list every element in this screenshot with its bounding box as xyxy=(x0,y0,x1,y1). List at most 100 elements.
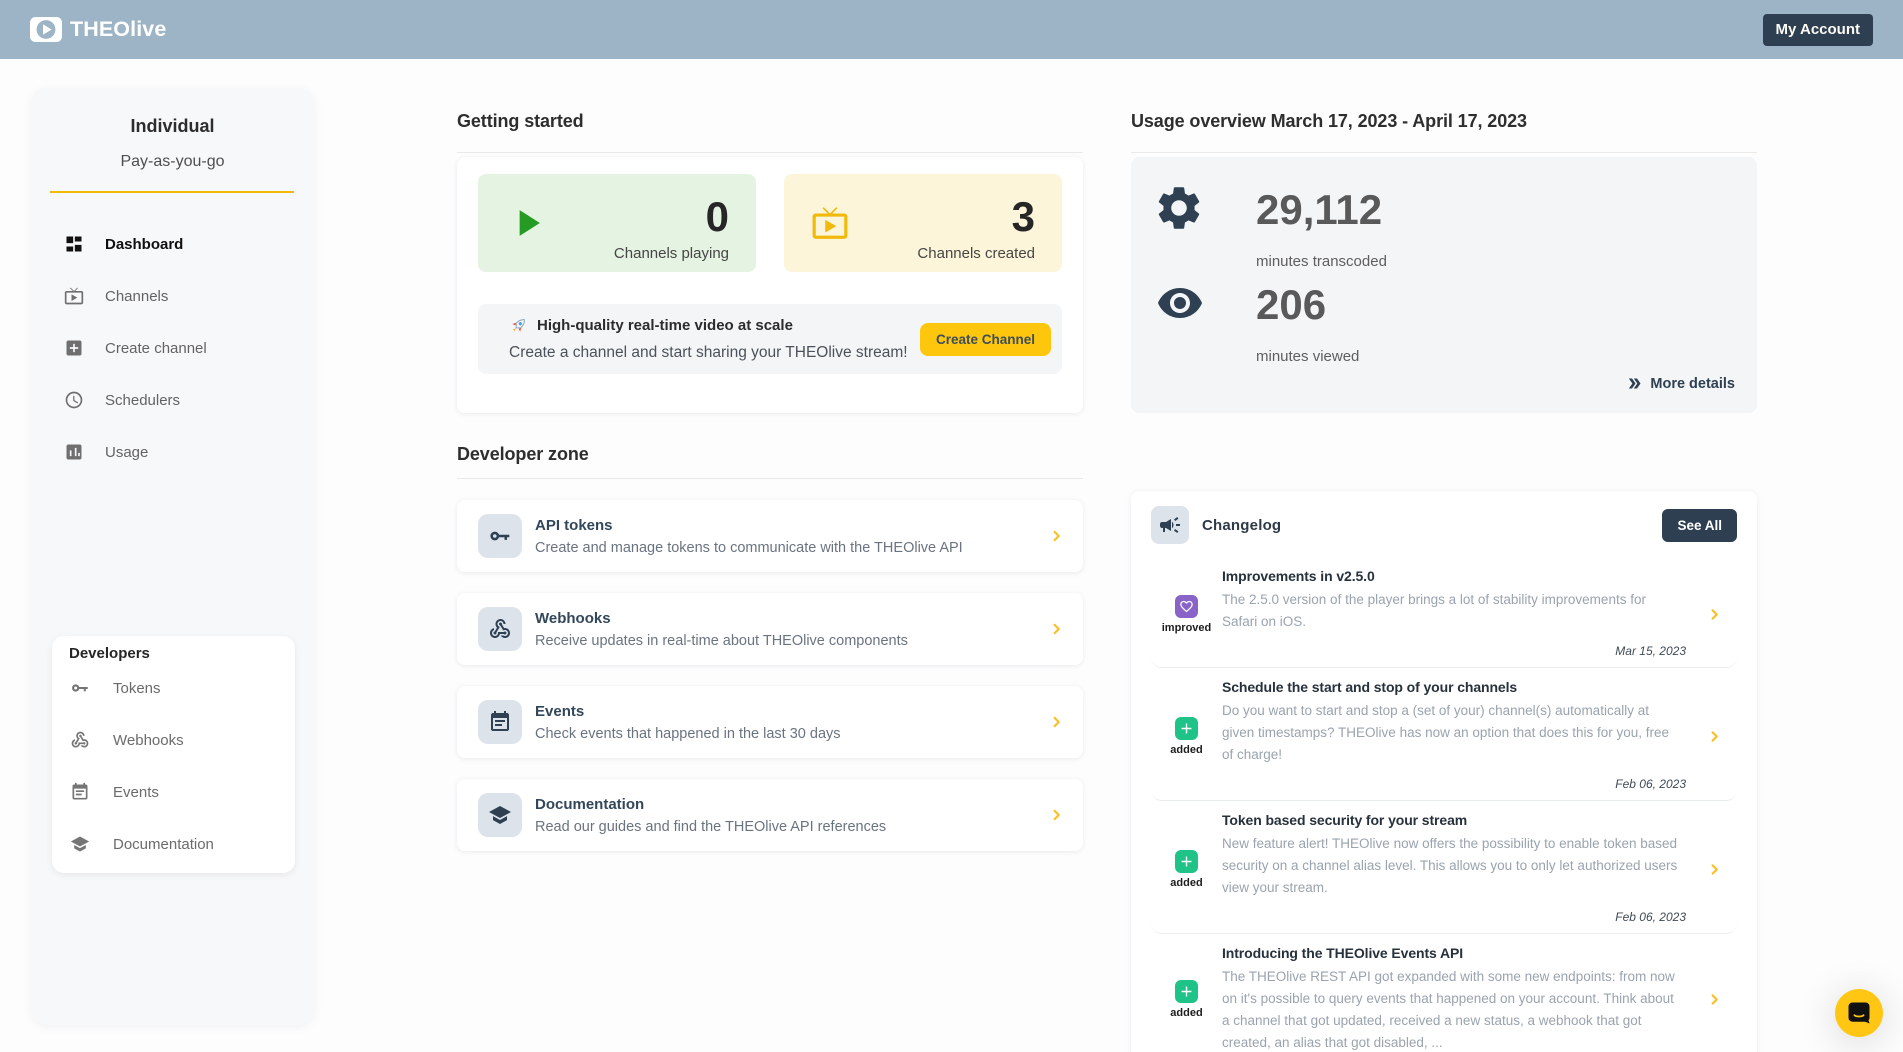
sidebar-item-label: Create channel xyxy=(105,340,207,357)
more-details-link[interactable]: More details xyxy=(1626,375,1735,392)
tv-icon xyxy=(811,204,849,242)
changelog-card: Changelog See All improved Improvements … xyxy=(1131,491,1757,1052)
dashboard-icon xyxy=(64,234,84,254)
developers-title: Developers xyxy=(52,645,295,662)
card-description: Read our guides and find the THEOlive AP… xyxy=(535,819,886,835)
bar-chart-icon xyxy=(64,442,84,462)
usage-overview-title: Usage overview March 17, 2023 - April 17… xyxy=(1131,110,1757,132)
top-bar: THEOlive My Account xyxy=(0,0,1903,59)
sidebar: Individual Pay-as-you-go Dashboard Chann… xyxy=(31,88,314,1025)
entry-date: Feb 06, 2023 xyxy=(1222,774,1707,794)
card-text: Documentation Read our guides and find t… xyxy=(535,796,886,835)
chevron-right-icon xyxy=(1049,808,1064,823)
webhook-icon xyxy=(70,730,90,750)
plan-name: Individual xyxy=(31,116,314,137)
calendar-icon xyxy=(70,782,90,802)
changelog-entry-improvements[interactable]: improved Improvements in v2.5.0 The 2.5.… xyxy=(1131,557,1757,668)
entry-body: Improvements in v2.5.0 The 2.5.0 version… xyxy=(1222,567,1707,661)
calendar-icon xyxy=(478,700,522,744)
section-divider xyxy=(457,152,1083,153)
webhooks-card[interactable]: Webhooks Receive updates in real-time ab… xyxy=(457,593,1083,665)
sidebar-item-schedulers[interactable]: Schedulers xyxy=(31,374,314,426)
sidebar-item-documentation[interactable]: Documentation xyxy=(52,818,295,870)
sidebar-item-create-channel[interactable]: Create channel xyxy=(31,322,314,374)
section-divider xyxy=(457,478,1083,479)
usage-overview-card: 29,112 minutes transcoded 206 minutes vi… xyxy=(1131,157,1757,413)
sidebar-item-label: Dashboard xyxy=(105,236,183,253)
sidebar-item-label: Documentation xyxy=(113,836,214,853)
card-description: Check events that happened in the last 3… xyxy=(535,726,841,742)
rocket-icon xyxy=(509,316,528,335)
tag-column: improved xyxy=(1151,567,1222,661)
plus-icon xyxy=(1175,717,1198,740)
brand-name: THEOlive xyxy=(70,17,166,42)
sidebar-item-webhooks[interactable]: Webhooks xyxy=(52,714,295,766)
section-divider xyxy=(1131,152,1757,153)
clock-icon xyxy=(64,390,84,410)
create-channel-button[interactable]: Create Channel xyxy=(920,323,1051,356)
heart-icon xyxy=(1175,595,1198,618)
graduation-cap-icon xyxy=(478,793,522,837)
entry-body: Schedule the start and stop of your chan… xyxy=(1222,678,1707,794)
entry-body: Token based security for your stream New… xyxy=(1222,811,1707,927)
changelog-entry-token-security[interactable]: added Token based security for your stre… xyxy=(1131,801,1757,934)
sidebar-item-label: Tokens xyxy=(113,680,161,697)
plan-type: Pay-as-you-go xyxy=(31,153,314,171)
entry-date: Feb 06, 2023 xyxy=(1222,907,1707,927)
sidebar-item-tokens[interactable]: Tokens xyxy=(52,662,295,714)
gear-icon xyxy=(1153,182,1205,234)
chevron-right-icon xyxy=(1049,715,1064,730)
card-title: Events xyxy=(535,703,841,720)
sidebar-item-label: Channels xyxy=(105,288,168,305)
sidebar-item-channels[interactable]: Channels xyxy=(31,270,314,322)
stat-row: 0 Channels playing 3 Channels created xyxy=(478,174,1062,272)
sidebar-item-label: Usage xyxy=(105,444,148,461)
chevron-right-icon xyxy=(1707,811,1737,927)
tag-label: added xyxy=(1170,1007,1202,1019)
key-icon xyxy=(70,678,90,698)
developers-box: Developers Tokens Webhooks Events Docume… xyxy=(52,636,295,873)
entry-description: New feature alert! THEOlive now offers t… xyxy=(1222,833,1680,899)
card-title: API tokens xyxy=(535,517,963,534)
entry-description: Do you want to start and stop a (set of … xyxy=(1222,700,1680,766)
entry-date: Mar 15, 2023 xyxy=(1222,641,1707,661)
sidebar-item-label: Events xyxy=(113,784,159,801)
card-description: Receive updates in real-time about THEOl… xyxy=(535,633,908,649)
entry-body: Introducing the THEOlive Events API The … xyxy=(1222,944,1707,1052)
developer-zone-title: Developer zone xyxy=(457,443,1083,465)
chat-bubble-icon xyxy=(1846,1000,1872,1026)
theolive-logo-icon xyxy=(30,17,62,42)
minutes-viewed-label: minutes viewed xyxy=(1256,348,1359,365)
entry-title: Introducing the THEOlive Events API xyxy=(1222,944,1707,962)
live-tv-icon xyxy=(64,286,84,306)
channels-created-label: Channels created xyxy=(784,245,1062,262)
channels-playing-tile: 0 Channels playing xyxy=(478,174,756,272)
graduation-cap-icon xyxy=(70,834,90,854)
minutes-transcoded-value: 29,112 xyxy=(1256,187,1382,233)
card-title: Webhooks xyxy=(535,610,908,627)
card-text: API tokens Create and manage tokens to c… xyxy=(535,517,963,556)
sidebar-item-label: Webhooks xyxy=(113,732,184,749)
api-tokens-card[interactable]: API tokens Create and manage tokens to c… xyxy=(457,500,1083,572)
my-account-button[interactable]: My Account xyxy=(1763,14,1873,46)
entry-title: Token based security for your stream xyxy=(1222,811,1707,829)
theolive-logo[interactable]: THEOlive xyxy=(30,17,166,42)
entry-title: Schedule the start and stop of your chan… xyxy=(1222,678,1707,696)
sidebar-item-events[interactable]: Events xyxy=(52,766,295,818)
changelog-title: Changelog xyxy=(1202,517,1281,534)
promo-title: High-quality real-time video at scale xyxy=(537,317,793,334)
promo-strip: High-quality real-time video at scale Cr… xyxy=(478,304,1062,374)
changelog-entry-events-api[interactable]: added Introducing the THEOlive Events AP… xyxy=(1131,934,1757,1052)
sidebar-nav: Dashboard Channels Create channel Schedu… xyxy=(31,218,314,478)
usage-column: Usage overview March 17, 2023 - April 17… xyxy=(1131,88,1757,1052)
documentation-card[interactable]: Documentation Read our guides and find t… xyxy=(457,779,1083,851)
sidebar-item-dashboard[interactable]: Dashboard xyxy=(31,218,314,270)
key-icon xyxy=(478,514,522,558)
changelog-entry-schedulers[interactable]: added Schedule the start and stop of you… xyxy=(1131,668,1757,801)
chat-launcher-button[interactable] xyxy=(1835,989,1883,1037)
minutes-transcoded-label: minutes transcoded xyxy=(1256,253,1387,270)
see-all-button[interactable]: See All xyxy=(1662,509,1737,542)
tag-label: added xyxy=(1170,744,1202,756)
sidebar-item-usage[interactable]: Usage xyxy=(31,426,314,478)
events-card[interactable]: Events Check events that happened in the… xyxy=(457,686,1083,758)
